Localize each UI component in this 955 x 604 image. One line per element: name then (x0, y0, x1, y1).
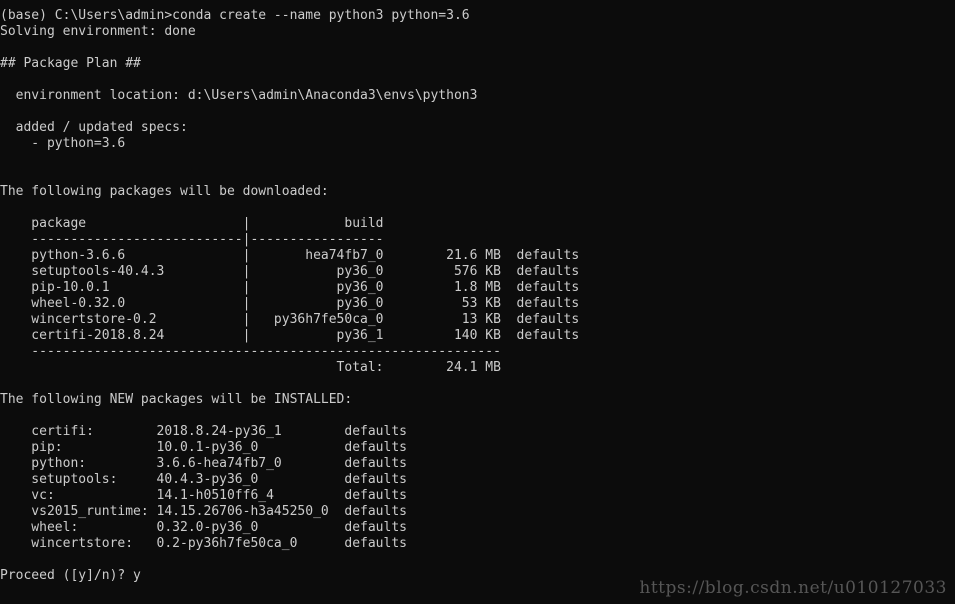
terminal-window[interactable]: (base) C:\Users\admin>conda create --nam… (0, 0, 955, 604)
console-line: python-3.6.6 | hea74fb7_0 21.6 MB defaul… (0, 248, 580, 263)
console-line: ## Package Plan ## (0, 56, 141, 71)
console-line: wheel: 0.32.0-py36_0 defaults (0, 520, 407, 535)
console-line: Solving environment: done (0, 24, 196, 39)
console-line: setuptools: 40.4.3-py36_0 defaults (0, 472, 407, 487)
console-output[interactable]: (base) C:\Users\admin>conda create --nam… (0, 8, 579, 584)
console-line: pip: 10.0.1-py36_0 defaults (0, 440, 407, 455)
console-line: wincertstore-0.2 | py36h7fe50ca_0 13 KB … (0, 312, 580, 327)
console-line: ----------------------------------------… (0, 344, 501, 359)
console-line: Total: 24.1 MB (0, 360, 501, 375)
console-line: certifi: 2018.8.24-py36_1 defaults (0, 424, 407, 439)
console-line: ---------------------------|------------… (0, 232, 384, 247)
console-line: environment location: d:\Users\admin\Ana… (0, 88, 478, 103)
console-line: Proceed ([y]/n)? y (0, 568, 141, 583)
console-line: python: 3.6.6-hea74fb7_0 defaults (0, 456, 407, 471)
console-line: - python=3.6 (0, 136, 126, 151)
console-line: vc: 14.1-h0510ff6_4 defaults (0, 488, 407, 503)
console-line: wincertstore: 0.2-py36h7fe50ca_0 default… (0, 536, 407, 551)
console-line: setuptools-40.4.3 | py36_0 576 KB defaul… (0, 264, 580, 279)
console-line: package | build (0, 216, 384, 231)
console-line: The following NEW packages will be INSTA… (0, 392, 353, 407)
console-line: added / updated specs: (0, 120, 188, 135)
console-line: vs2015_runtime: 14.15.26706-h3a45250_0 d… (0, 504, 407, 519)
console-line: wheel-0.32.0 | py36_0 53 KB defaults (0, 296, 580, 311)
console-line: certifi-2018.8.24 | py36_1 140 KB defaul… (0, 328, 580, 343)
watermark-blog-url: https://blog.csdn.net/u010127033 (639, 578, 947, 598)
console-line: (base) C:\Users\admin>conda create --nam… (0, 8, 470, 23)
console-line: pip-10.0.1 | py36_0 1.8 MB defaults (0, 280, 580, 295)
console-line: The following packages will be downloade… (0, 184, 329, 199)
